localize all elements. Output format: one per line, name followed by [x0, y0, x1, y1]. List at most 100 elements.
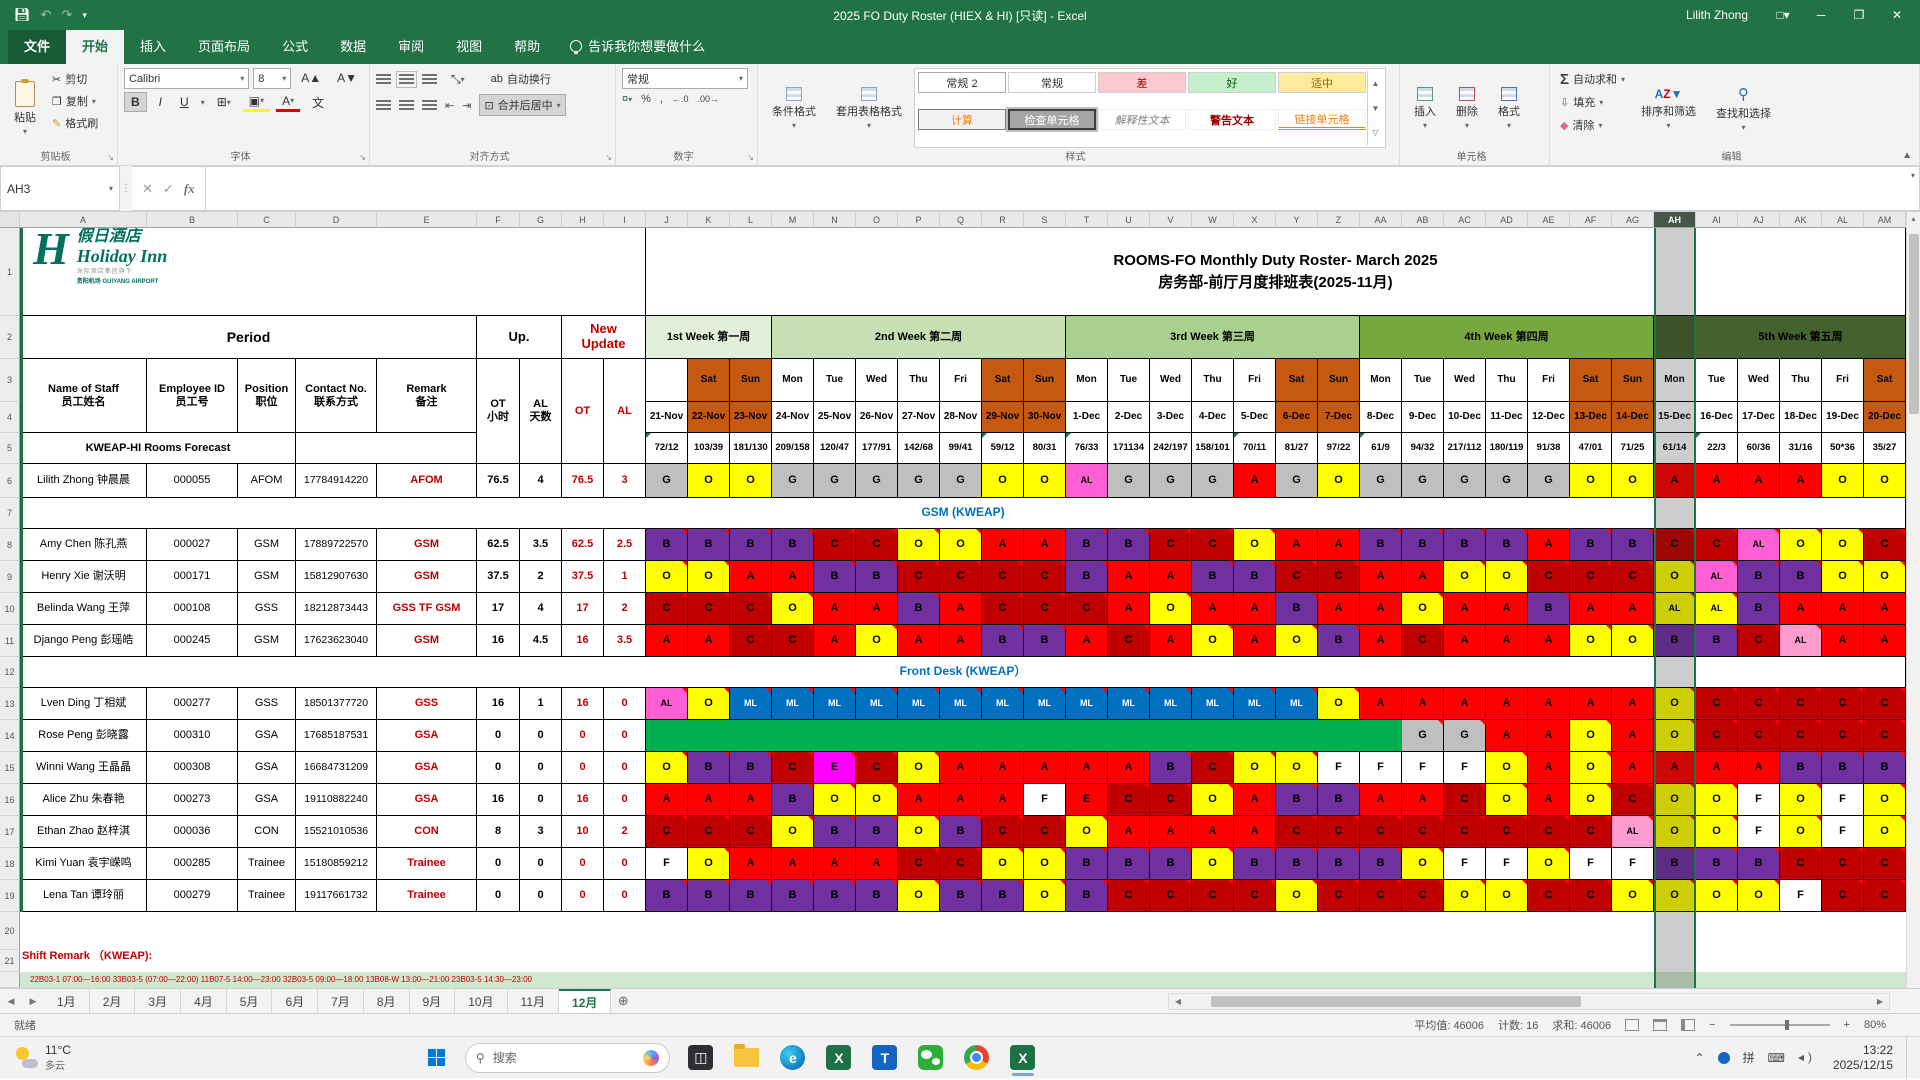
staff-contact[interactable]: 16684731209 [296, 752, 377, 784]
shift-cell[interactable] [982, 720, 1024, 752]
shift-cell[interactable]: A [1108, 593, 1150, 625]
vertical-scrollbar[interactable]: ▲ [1906, 212, 1920, 988]
taskbar-wechat-button[interactable] [908, 1037, 954, 1078]
staff-name[interactable]: Ethan Zhao 赵梓淇 [20, 816, 147, 848]
shift-cell[interactable]: ML [1234, 688, 1276, 720]
shift-cell[interactable]: A [1108, 752, 1150, 784]
shift-cell[interactable]: C [1822, 848, 1864, 880]
tab-formulas[interactable]: 公式 [266, 28, 324, 64]
shift-cell[interactable]: C [898, 561, 940, 593]
redo-icon[interactable]: ↷ [61, 7, 72, 23]
format-painter-button[interactable]: ✎格式刷 [48, 112, 102, 134]
date-22-Nov[interactable]: 22-Nov [688, 402, 730, 433]
forecast-18[interactable]: 61/9 [1360, 433, 1402, 464]
staff-id[interactable]: 000027 [147, 529, 238, 561]
date-2-Dec[interactable]: 2-Dec [1108, 402, 1150, 433]
shift-cell[interactable]: AL [646, 688, 688, 720]
shift-cell[interactable]: A [982, 784, 1024, 816]
staff-al[interactable]: 0 [520, 880, 562, 912]
vertical-scroll-thumb[interactable] [1909, 234, 1919, 414]
date-5-Dec[interactable]: 5-Dec [1234, 402, 1276, 433]
shift-cell[interactable]: A [814, 593, 856, 625]
column-header-D[interactable]: D [296, 212, 377, 228]
zoom-slider-thumb[interactable] [1785, 1020, 1789, 1030]
insert-cells-button[interactable]: 插入▾ [1406, 68, 1444, 148]
format-as-table-button[interactable]: 套用表格格式▾ [828, 68, 910, 148]
column-header-R[interactable]: R [982, 212, 1024, 228]
staff-name[interactable]: Alice Zhu 朱春艳 [20, 784, 147, 816]
shift-cell[interactable]: O [1654, 784, 1696, 816]
staff-remark[interactable]: GSS [377, 688, 477, 720]
find-select-button[interactable]: ⚲ 查找和选择▾ [1708, 68, 1779, 148]
staff-ot-new[interactable]: 76.5 [562, 464, 604, 498]
taskbar-taskview-button[interactable]: ◫ [678, 1037, 724, 1078]
minimize-button[interactable]: ─ [1804, 0, 1838, 30]
shift-cell[interactable] [646, 720, 688, 752]
staff-al-new[interactable]: 3 [604, 464, 646, 498]
align-middle-icon[interactable] [399, 74, 414, 85]
scroll-right-icon[interactable]: ▶ [1871, 997, 1889, 1006]
column-header-O[interactable]: O [856, 212, 898, 228]
column-header-P[interactable]: P [898, 212, 940, 228]
shift-cell[interactable]: C [688, 593, 730, 625]
date-9-Dec[interactable]: 9-Dec [1402, 402, 1444, 433]
cancel-icon[interactable]: ✕ [142, 181, 153, 197]
staff-ot-new[interactable]: 0 [562, 848, 604, 880]
shift-cell[interactable]: AL [1612, 816, 1654, 848]
sheet-tab-6月[interactable]: 6月 [272, 989, 318, 1013]
column-header-AL[interactable]: AL [1822, 212, 1864, 228]
date-17-Dec[interactable]: 17-Dec [1738, 402, 1780, 433]
row-header-x[interactable] [0, 972, 20, 988]
shift-cell[interactable]: F [1360, 752, 1402, 784]
shift-cell[interactable]: C [730, 625, 772, 657]
staff-remark[interactable]: GSM [377, 625, 477, 657]
delete-cells-button[interactable]: 删除▾ [1448, 68, 1486, 148]
show-desktop-button[interactable] [1906, 1037, 1910, 1079]
shift-cell[interactable]: F [1822, 784, 1864, 816]
staff-al-new[interactable]: 0 [604, 752, 646, 784]
staff-ot-new[interactable]: 62.5 [562, 529, 604, 561]
date-27-Nov[interactable]: 27-Nov [898, 402, 940, 433]
shift-cell[interactable]: A [1024, 529, 1066, 561]
shift-cell[interactable]: F [1318, 752, 1360, 784]
shift-cell[interactable]: A [1108, 816, 1150, 848]
save-icon[interactable]: 💾︎ [14, 7, 31, 23]
shift-cell[interactable]: B [856, 816, 898, 848]
day-name-14[interactable]: Thu [1192, 359, 1234, 402]
orientation-icon[interactable]: ⤡▾ [445, 69, 471, 89]
shift-cell[interactable]: C [1864, 848, 1906, 880]
align-center-icon[interactable] [399, 100, 414, 111]
shift-cell[interactable]: AL [1738, 529, 1780, 561]
conditional-formatting-button[interactable]: 条件格式▾ [764, 68, 824, 148]
shift-cell[interactable]: B [730, 752, 772, 784]
shift-cell[interactable]: C [982, 816, 1024, 848]
sheet-tab-9月[interactable]: 9月 [410, 989, 456, 1013]
column-header-AJ[interactable]: AJ [1738, 212, 1780, 228]
undo-icon[interactable]: ↶ [41, 7, 52, 23]
date-21-Nov[interactable]: 21-Nov [646, 402, 688, 433]
shift-cell[interactable]: A [1234, 816, 1276, 848]
shift-cell[interactable]: O [1276, 625, 1318, 657]
cell-style-normal[interactable]: 常规 [1008, 72, 1096, 93]
sheet-nav-right-icon[interactable]: ▶ [22, 989, 44, 1013]
column-header-Z[interactable]: Z [1318, 212, 1360, 228]
shift-cell[interactable]: O [1822, 561, 1864, 593]
shift-cell[interactable]: A [1612, 720, 1654, 752]
sheet-tab-5月[interactable]: 5月 [227, 989, 273, 1013]
shift-cell[interactable]: F [1486, 848, 1528, 880]
horizontal-scrollbar[interactable]: ◀ ▶ [1168, 993, 1890, 1010]
staff-al[interactable]: 4.5 [520, 625, 562, 657]
shift-cell[interactable]: B [1360, 848, 1402, 880]
column-header-Q[interactable]: Q [940, 212, 982, 228]
row-header-7[interactable]: 7 [0, 498, 20, 529]
shift-cell[interactable]: C [1108, 625, 1150, 657]
column-header-F[interactable]: F [477, 212, 520, 228]
row-header-1[interactable]: 1 [0, 228, 20, 316]
tab-review[interactable]: 审阅 [382, 28, 440, 64]
column-header-AC[interactable]: AC [1444, 212, 1486, 228]
shift-cell[interactable]: O [940, 529, 982, 561]
shift-cell[interactable]: O [1612, 880, 1654, 912]
date-18-Dec[interactable]: 18-Dec [1780, 402, 1822, 433]
shift-cell[interactable] [1150, 720, 1192, 752]
shift-cell[interactable]: O [1234, 529, 1276, 561]
